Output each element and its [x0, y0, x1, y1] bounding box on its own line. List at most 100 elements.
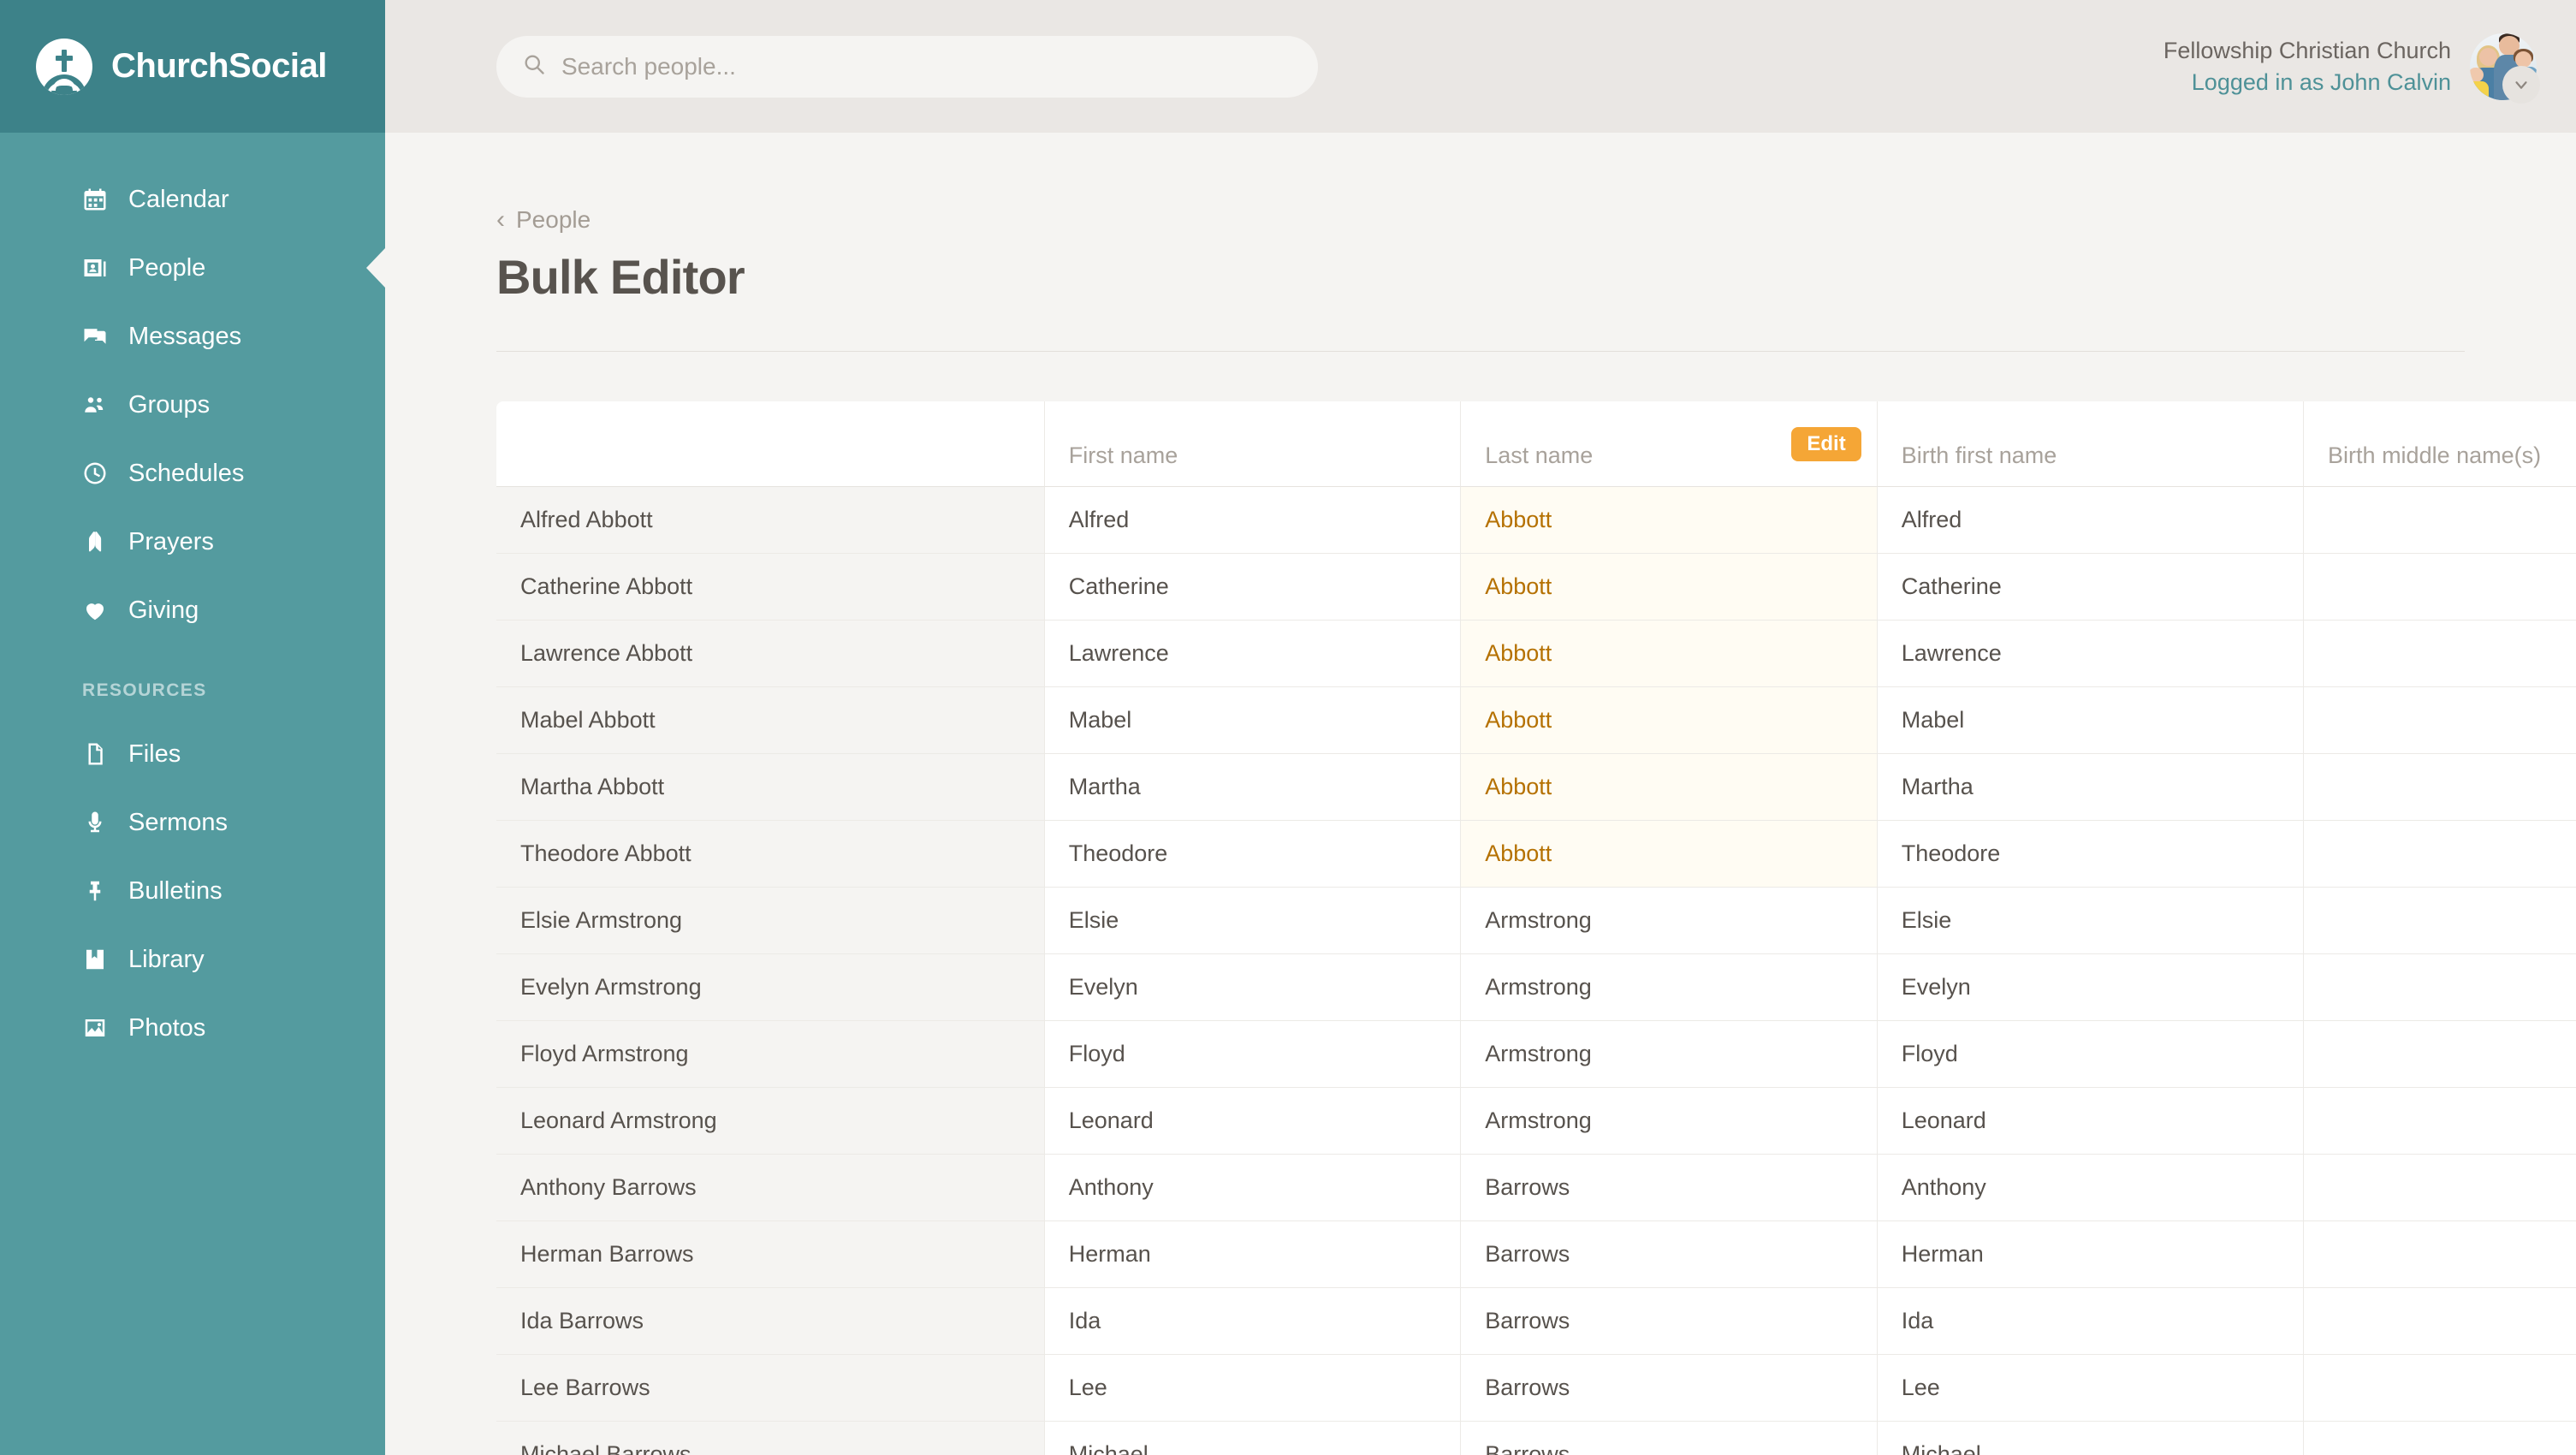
cell-first-name[interactable]: Martha [1044, 754, 1462, 821]
column-header-birth-middle-names[interactable]: Birth middle name(s) [2304, 401, 2576, 487]
table-row[interactable]: Michael BarrowsMichaelBarrowsMichaelBarr… [496, 1422, 2576, 1455]
chevron-down-icon[interactable] [2502, 65, 2540, 104]
table-row[interactable]: Ida BarrowsIdaBarrowsIdaBarrows [496, 1288, 2576, 1355]
cell-birth-first-name[interactable]: Leonard [1877, 1088, 2305, 1155]
cell-name[interactable]: Elsie Armstrong [496, 888, 1045, 954]
cell-birth-middle-names[interactable] [2304, 954, 2576, 1021]
sidebar-item-bulletins[interactable]: Bulletins [0, 857, 385, 925]
breadcrumb[interactable]: ‹ People [496, 206, 2576, 234]
cell-birth-first-name[interactable]: Lee [1877, 1355, 2305, 1422]
cell-last-name[interactable]: Barrows [1461, 1155, 1878, 1221]
cell-birth-middle-names[interactable] [2304, 1288, 2576, 1355]
cell-first-name[interactable]: Lee [1044, 1355, 1462, 1422]
cell-name[interactable]: Ida Barrows [496, 1288, 1045, 1355]
cell-name[interactable]: Martha Abbott [496, 754, 1045, 821]
sidebar-item-messages[interactable]: Messages [0, 302, 385, 371]
column-header-last-name[interactable]: Last name Edit [1461, 401, 1878, 487]
sidebar-item-photos[interactable]: Photos [0, 994, 385, 1062]
cell-name[interactable]: Theodore Abbott [496, 821, 1045, 888]
table-row[interactable]: Lee BarrowsLeeBarrowsLeeBarrows [496, 1355, 2576, 1422]
cell-birth-first-name[interactable]: Evelyn [1877, 954, 2305, 1021]
sidebar-item-library[interactable]: Library [0, 925, 385, 994]
cell-name[interactable]: Anthony Barrows [496, 1155, 1045, 1221]
cell-birth-first-name[interactable]: Anthony [1877, 1155, 2305, 1221]
cell-birth-middle-names[interactable] [2304, 1155, 2576, 1221]
cell-birth-first-name[interactable]: Lawrence [1877, 621, 2305, 687]
cell-first-name[interactable]: Herman [1044, 1221, 1462, 1288]
cell-name[interactable]: Catherine Abbott [496, 554, 1045, 621]
cell-birth-first-name[interactable]: Michael [1877, 1422, 2305, 1455]
sidebar-item-prayers[interactable]: Prayers [0, 508, 385, 576]
cell-birth-middle-names[interactable] [2304, 754, 2576, 821]
sidebar-item-calendar[interactable]: Calendar [0, 165, 385, 234]
cell-last-name[interactable]: Armstrong [1461, 1021, 1878, 1088]
cell-last-name[interactable]: Abbott [1461, 754, 1878, 821]
cell-first-name[interactable]: Mabel [1044, 687, 1462, 754]
cell-name[interactable]: Mabel Abbott [496, 687, 1045, 754]
cell-birth-middle-names[interactable] [2304, 1355, 2576, 1422]
cell-first-name[interactable]: Catherine [1044, 554, 1462, 621]
cell-last-name[interactable]: Abbott [1461, 554, 1878, 621]
cell-first-name[interactable]: Ida [1044, 1288, 1462, 1355]
cell-birth-first-name[interactable]: Theodore [1877, 821, 2305, 888]
search-box[interactable] [496, 35, 1318, 98]
cell-first-name[interactable]: Alfred [1044, 487, 1462, 554]
table-row[interactable]: Lawrence AbbottLawrenceAbbottLawrenceAbb… [496, 621, 2576, 687]
cell-last-name[interactable]: Barrows [1461, 1355, 1878, 1422]
cell-birth-first-name[interactable]: Alfred [1877, 487, 2305, 554]
edit-button[interactable]: Edit [1791, 427, 1861, 461]
cell-first-name[interactable]: Anthony [1044, 1155, 1462, 1221]
cell-first-name[interactable]: Evelyn [1044, 954, 1462, 1021]
cell-name[interactable]: Herman Barrows [496, 1221, 1045, 1288]
column-header-birth-first-name[interactable]: Birth first name [1877, 401, 2305, 487]
cell-last-name[interactable]: Barrows [1461, 1221, 1878, 1288]
cell-last-name[interactable]: Armstrong [1461, 1088, 1878, 1155]
column-header-first-name[interactable]: First name [1044, 401, 1462, 487]
cell-birth-middle-names[interactable] [2304, 487, 2576, 554]
cell-name[interactable]: Floyd Armstrong [496, 1021, 1045, 1088]
cell-birth-middle-names[interactable] [2304, 1221, 2576, 1288]
cell-birth-first-name[interactable]: Martha [1877, 754, 2305, 821]
cell-birth-first-name[interactable]: Catherine [1877, 554, 2305, 621]
table-row[interactable]: Floyd ArmstrongFloydArmstrongFloydArmstr… [496, 1021, 2576, 1088]
logged-in-link[interactable]: Logged in as John Calvin [2163, 67, 2451, 98]
search-input[interactable] [561, 52, 1292, 80]
cell-birth-first-name[interactable]: Elsie [1877, 888, 2305, 954]
cell-first-name[interactable]: Elsie [1044, 888, 1462, 954]
cell-birth-middle-names[interactable] [2304, 554, 2576, 621]
cell-birth-first-name[interactable]: Herman [1877, 1221, 2305, 1288]
cell-name[interactable]: Michael Barrows [496, 1422, 1045, 1455]
cell-birth-middle-names[interactable] [2304, 687, 2576, 754]
cell-last-name[interactable]: Barrows [1461, 1422, 1878, 1455]
cell-last-name[interactable]: Abbott [1461, 621, 1878, 687]
cell-name[interactable]: Evelyn Armstrong [496, 954, 1045, 1021]
cell-birth-middle-names[interactable] [2304, 1021, 2576, 1088]
cell-first-name[interactable]: Lawrence [1044, 621, 1462, 687]
cell-first-name[interactable]: Michael [1044, 1422, 1462, 1455]
cell-birth-middle-names[interactable] [2304, 1422, 2576, 1455]
breadcrumb-label[interactable]: People [516, 206, 591, 234]
cell-birth-middle-names[interactable] [2304, 621, 2576, 687]
table-row[interactable]: Leonard Armstrong Leonard Armstrong Leonard… [496, 1088, 2576, 1155]
table-row[interactable]: Alfred AbbottAlfredAbbottAlfredAbbott [496, 487, 2576, 554]
cell-birth-first-name[interactable]: Floyd [1877, 1021, 2305, 1088]
sidebar-item-sermons[interactable]: Sermons [0, 788, 385, 857]
cell-name[interactable]: Lee Barrows [496, 1355, 1045, 1422]
cell-last-name[interactable]: Abbott [1461, 821, 1878, 888]
cell-name[interactable]: Alfred Abbott [496, 487, 1045, 554]
cell-last-name[interactable]: Abbott [1461, 687, 1878, 754]
bulk-editor-table-wrapper[interactable]: First name Last name Edit Birth first na… [496, 401, 2576, 1455]
account-menu[interactable]: Fellowship Christian Church Logged in as… [2163, 33, 2540, 104]
cell-name[interactable]: Leonard Armstrong [496, 1088, 1045, 1155]
table-row[interactable]: Martha AbbottMarthaAbbottMarthaAbbott [496, 754, 2576, 821]
table-row[interactable]: Elsie ArmstrongElsieArmstrongElsieArmstr… [496, 888, 2576, 954]
cell-first-name[interactable]: Floyd [1044, 1021, 1462, 1088]
cell-name[interactable]: Lawrence Abbott [496, 621, 1045, 687]
cell-birth-middle-names[interactable] [2304, 821, 2576, 888]
cell-last-name[interactable]: Armstrong [1461, 954, 1878, 1021]
cell-birth-middle-names[interactable] [2304, 888, 2576, 954]
sidebar-item-schedules[interactable]: Schedules [0, 439, 385, 508]
table-row[interactable]: Anthony BarrowsAnthonyBarrowsAnthonyBarr… [496, 1155, 2576, 1221]
table-row[interactable]: Mabel AbbottMabelAbbottMabelAbbott [496, 687, 2576, 754]
brand-logo[interactable]: ChurchSocial [0, 0, 385, 133]
